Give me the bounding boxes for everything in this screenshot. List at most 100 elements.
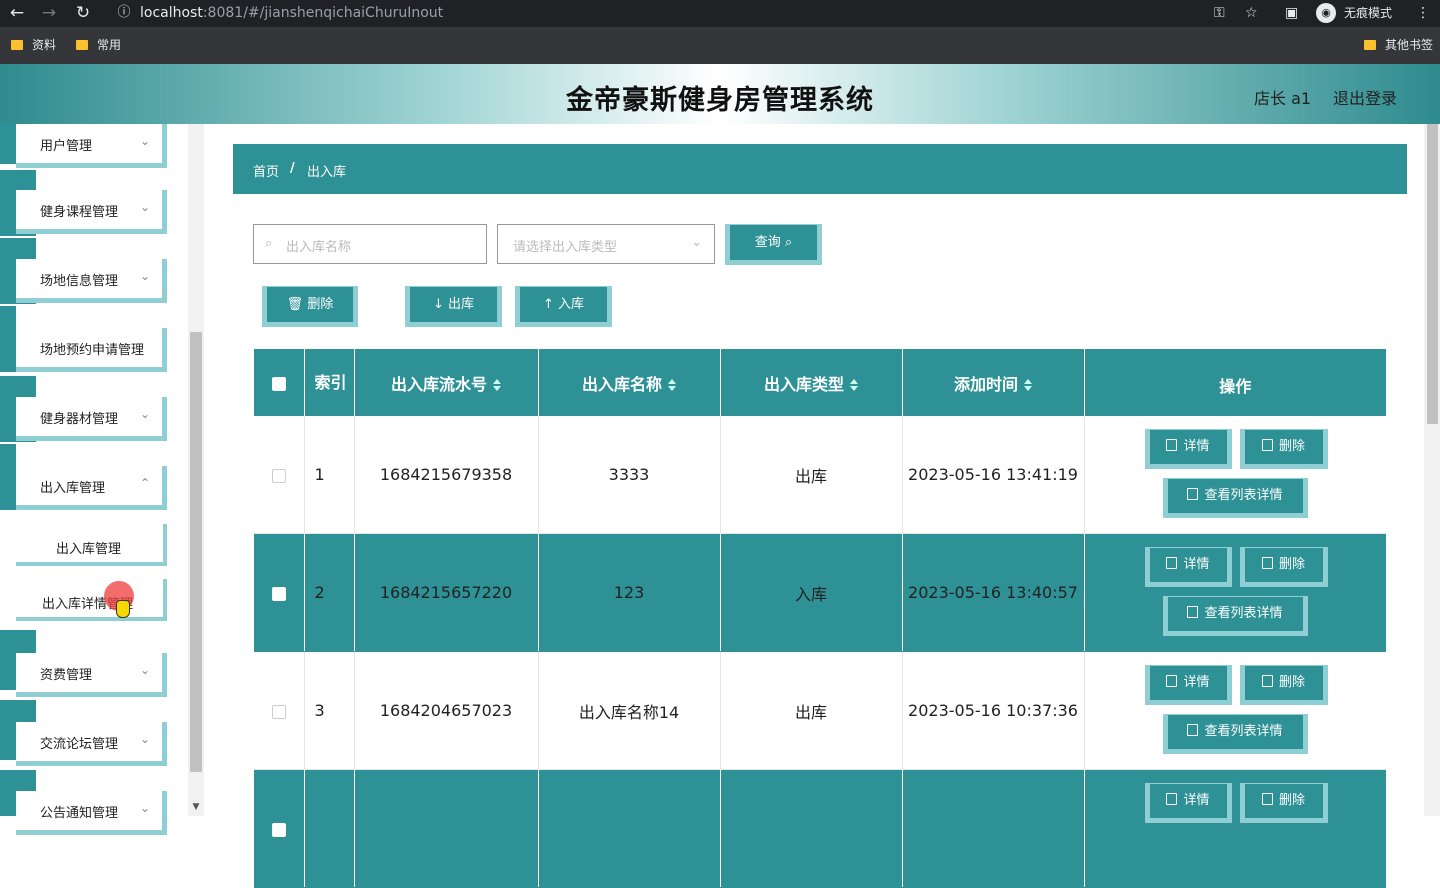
sidebar-item-venues[interactable]: 场地信息管理 ⌄ <box>16 259 167 303</box>
bookmark-folder-1[interactable]: 资料 <box>11 36 56 54</box>
sidebar-strip <box>0 306 16 372</box>
detail-button[interactable]: 详情 <box>1144 429 1232 469</box>
back-icon[interactable]: ← <box>6 2 28 24</box>
folder-icon <box>11 40 23 50</box>
trash-icon <box>1261 793 1273 805</box>
chevron-down-icon: ⌄ <box>139 663 150 677</box>
batch-delete-button[interactable]: 🗑︎ 删除 <box>262 286 358 327</box>
cell-serial: 1684204657023 <box>354 651 539 770</box>
cell-index: 3 <box>304 651 355 770</box>
delete-button[interactable]: 删除 <box>1239 547 1328 587</box>
row-actions: 详情 删除 <box>1085 770 1387 887</box>
column-header-name[interactable]: 出入库名称 <box>538 349 721 416</box>
sidebar-item-reservations[interactable]: 场地预约申请管理 <box>16 328 167 372</box>
stock-out-button[interactable]: ↓ 出库 <box>405 286 502 327</box>
scroll-down-icon[interactable]: ▼ <box>190 802 202 814</box>
other-bookmarks[interactable]: 其他书签 <box>1364 36 1433 54</box>
cell-type: 入库 <box>720 533 903 652</box>
detail-button[interactable]: 详情 <box>1144 783 1232 823</box>
sidebar-item-fees[interactable]: 资费管理 ⌄ <box>16 653 167 697</box>
cell-name: 3333 <box>538 416 721 534</box>
star-icon[interactable]: ☆ <box>1245 2 1258 24</box>
sidebar-strip <box>0 124 16 164</box>
detail-button[interactable]: 详情 <box>1144 665 1232 705</box>
list-detail-button[interactable]: 查看列表详情 <box>1162 478 1308 518</box>
breadcrumb-home[interactable]: 首页 <box>253 161 279 180</box>
sort-icon[interactable] <box>850 379 858 391</box>
address-bar[interactable]: localhost:8081/#/jianshenqichaiChuruInou… <box>140 2 443 24</box>
logout-link[interactable]: 退出登录 <box>1333 85 1397 109</box>
sidebar-scroll-thumb[interactable] <box>190 332 202 772</box>
sidebar-item-label: 用户管理 <box>40 139 93 154</box>
stock-in-button[interactable]: ↑ 入库 <box>515 286 612 327</box>
chevron-down-icon: ⌄ <box>139 200 150 214</box>
sort-icon[interactable] <box>668 379 676 391</box>
chevron-down-icon: ⌄ <box>139 732 150 746</box>
type-select[interactable]: 请选择出入库类型 ⌄ <box>497 224 715 264</box>
detail-button[interactable]: 详情 <box>1144 547 1232 587</box>
sort-icon[interactable] <box>1024 379 1032 391</box>
current-user[interactable]: 店长 a1 <box>1254 85 1311 109</box>
forward-icon[interactable]: → <box>38 2 60 24</box>
sidepanel-icon[interactable]: ▣ <box>1285 2 1298 24</box>
cell-type: 出库 <box>720 416 903 534</box>
info-icon[interactable]: ⓘ <box>113 2 135 24</box>
key-icon[interactable]: ⚿ <box>1214 2 1225 24</box>
list-detail-label: 查看列表详情 <box>1204 606 1283 621</box>
reload-icon[interactable]: ↻ <box>72 2 94 24</box>
menu-icon[interactable]: ⋮ <box>1416 2 1430 24</box>
breadcrumb-current: 出入库 <box>307 165 347 180</box>
page-title: 金帝豪斯健身房管理系统 <box>566 85 874 116</box>
table-row: 1 1684215679358 3333 出库 2023-05-16 13:41:19 详… <box>254 416 1386 534</box>
sidebar-item-users[interactable]: 用户管理 ⌄ <box>16 124 167 168</box>
column-header-serial[interactable]: 出入库流水号 <box>354 349 539 416</box>
cell-index <box>304 769 355 888</box>
stock-in-label: 入库 <box>558 297 585 312</box>
column-header-label: 出入库名称 <box>581 374 662 394</box>
bookmark-folder-2[interactable]: 常用 <box>76 36 121 54</box>
sort-icon[interactable] <box>493 379 501 391</box>
page-scroll-thumb[interactable] <box>1427 124 1438 424</box>
column-header-label: 出入库类型 <box>763 374 844 394</box>
row-checkbox[interactable] <box>271 468 286 483</box>
folder-icon <box>1364 40 1376 50</box>
row-select-cell <box>254 416 305 534</box>
arrow-up-icon: ↑ <box>542 297 554 312</box>
list-detail-button[interactable]: 查看列表详情 <box>1162 596 1308 636</box>
chevron-down-icon: ⌄ <box>139 134 150 148</box>
delete-button[interactable]: 删除 <box>1239 665 1328 705</box>
sidebar-item-courses[interactable]: 健身课程管理 ⌄ <box>16 190 167 234</box>
select-all-checkbox[interactable] <box>271 376 286 391</box>
column-header-time[interactable]: 添加时间 <box>902 349 1085 416</box>
incognito-icon: ◉ <box>1316 3 1336 23</box>
chevron-down-icon: ⌄ <box>139 269 150 283</box>
detail-label: 详情 <box>1183 793 1210 808</box>
column-header-index: 索引 <box>304 349 355 416</box>
query-button[interactable]: 查询 ⌕ <box>725 224 822 265</box>
table-row: 详情 删除 <box>254 769 1387 888</box>
bookmark-label: 常用 <box>97 38 122 52</box>
sidebar-strip <box>0 444 16 510</box>
row-checkbox[interactable] <box>271 586 286 601</box>
sidebar-subitem-inout-detail[interactable]: 出入库详情管理 <box>16 579 167 621</box>
row-select-cell <box>254 533 305 652</box>
search-icon: ⌕ <box>265 236 273 251</box>
sidebar-item-label: 场地信息管理 <box>40 274 119 289</box>
delete-button[interactable]: 删除 <box>1239 429 1328 469</box>
browser-toolbar: ← → ↻ ⓘ localhost:8081/#/jianshenqichaiC… <box>0 0 1440 27</box>
delete-button[interactable]: 删除 <box>1239 783 1328 823</box>
search-name-input[interactable]: ⌕ 出入库名称 <box>253 224 487 264</box>
column-header-type[interactable]: 出入库类型 <box>720 349 903 416</box>
sidebar-item-inout[interactable]: 出入库管理 ⌃ <box>16 466 167 510</box>
row-checkbox[interactable] <box>271 822 286 837</box>
sidebar-item-forum[interactable]: 交流论坛管理 ⌄ <box>16 722 167 766</box>
arrow-down-icon: ↓ <box>432 297 444 312</box>
sidebar-subitem-inout-manage[interactable]: 出入库管理 <box>16 524 167 566</box>
document-icon <box>1166 557 1178 569</box>
row-checkbox[interactable] <box>271 704 286 719</box>
list-detail-button[interactable]: 查看列表详情 <box>1162 714 1308 754</box>
sidebar-item-notices[interactable]: 公告通知管理 ⌄ <box>16 791 167 835</box>
document-icon <box>1166 793 1178 805</box>
sidebar-item-equipment[interactable]: 健身器材管理 ⌄ <box>16 397 167 441</box>
document-icon <box>1187 606 1199 618</box>
